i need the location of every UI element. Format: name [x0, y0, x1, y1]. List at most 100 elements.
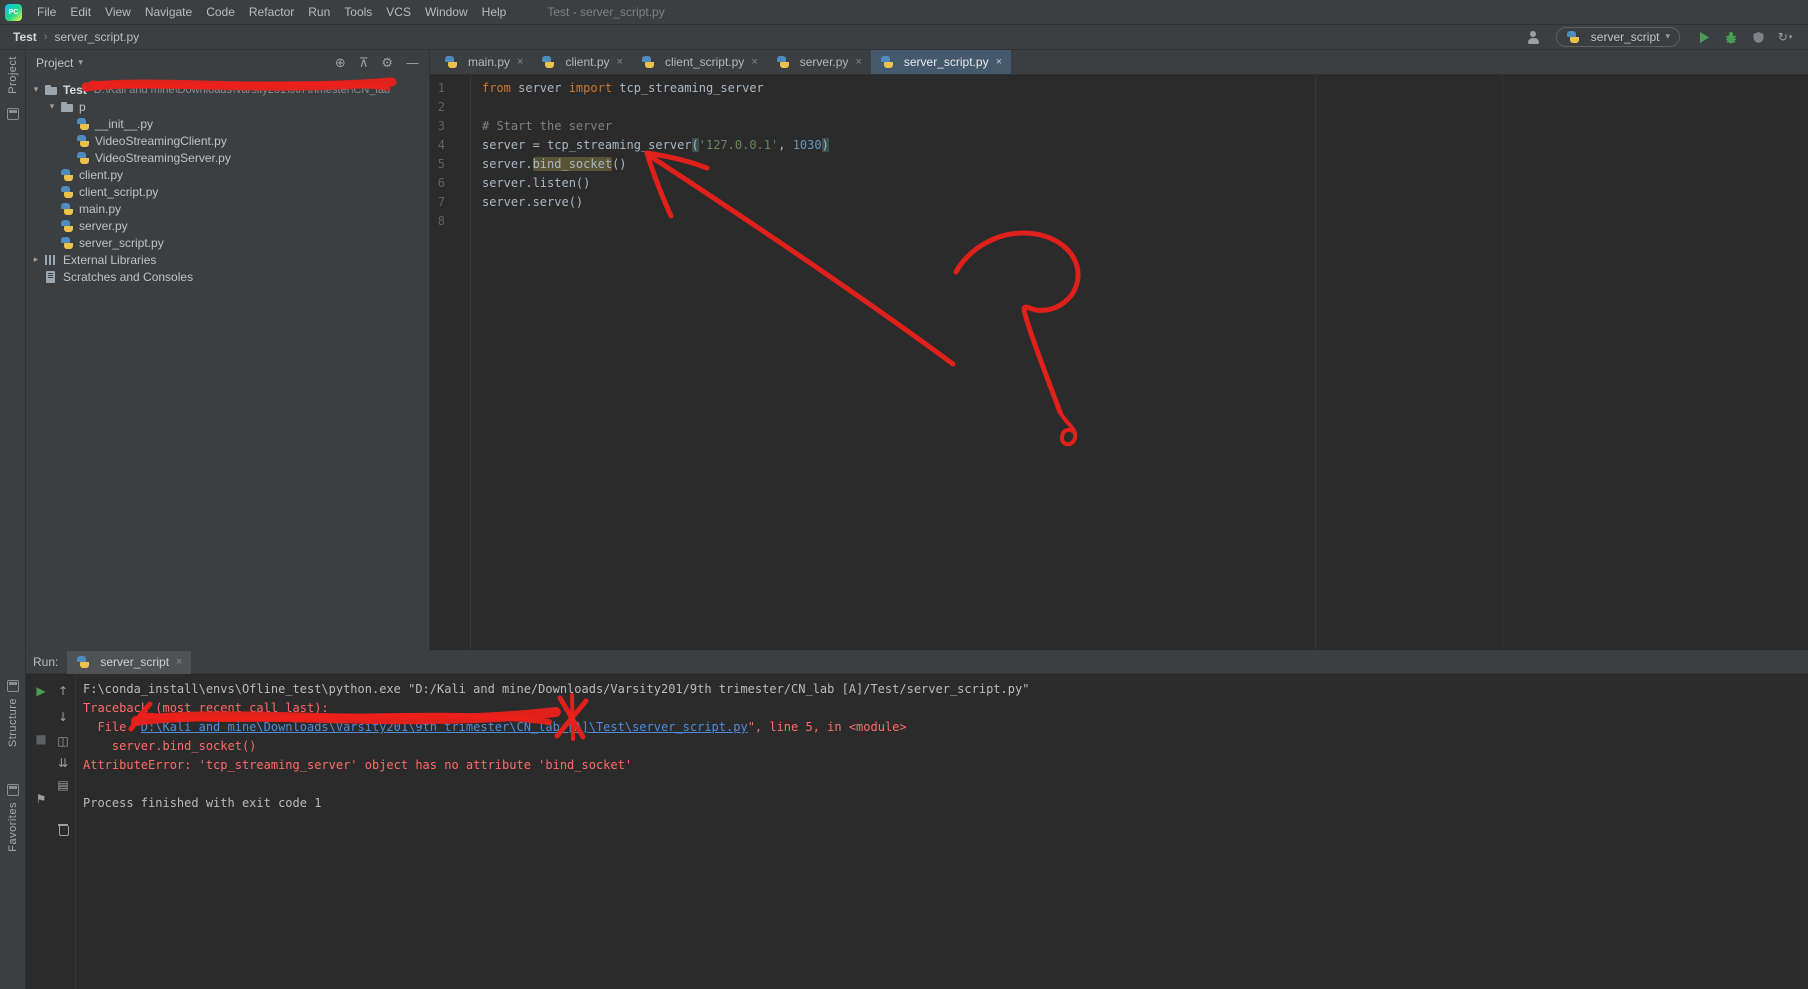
console-file-line: File "D:\Kali and mine\Downloads\Varsity… — [83, 720, 907, 734]
chevron-down-icon[interactable]: ▾ — [28, 85, 44, 95]
project-panel-title[interactable]: Project — [36, 56, 73, 70]
favorites-icon[interactable] — [7, 784, 19, 796]
menu-edit[interactable]: Edit — [63, 5, 98, 19]
structure-icon[interactable] — [7, 680, 19, 692]
pin-tab-button[interactable]: ⚑ — [32, 790, 50, 808]
menu-refactor[interactable]: Refactor — [242, 5, 301, 19]
restore-layout-button[interactable]: ◫ — [54, 732, 72, 750]
line-number[interactable]: 3 — [430, 117, 470, 136]
tab-server-script-py[interactable]: server_script.py × — [870, 50, 1012, 74]
close-icon[interactable]: × — [176, 656, 182, 668]
code-line: 6 server.listen() — [430, 174, 1808, 193]
scroll-to-end-button[interactable]: ⇊ — [54, 754, 72, 772]
python-file-icon — [76, 134, 91, 148]
code-token: import — [568, 81, 613, 95]
tree-item-client-py[interactable]: client.py — [26, 166, 429, 183]
run-panel-header: Run: server_script × — [26, 650, 1808, 674]
window-title: Test - server_script.py — [547, 5, 665, 19]
breadcrumb-file[interactable]: server_script.py — [54, 30, 139, 44]
tree-item-init-py[interactable]: __init__.py — [26, 115, 429, 132]
python-file-icon — [776, 55, 791, 69]
line-number[interactable]: 5 — [430, 155, 470, 174]
line-number[interactable]: 4 — [430, 136, 470, 155]
tree-item-test[interactable]: ▾ Test D:\Kali and mine\Downloads\Varsit… — [26, 81, 429, 98]
next-occurrence-button[interactable]: ↓ — [54, 708, 72, 726]
breadcrumb-project[interactable]: Test — [13, 30, 37, 44]
tree-item-server-script-py[interactable]: server_script.py — [26, 234, 429, 251]
console-exit-line: Process finished with exit code 1 — [83, 796, 322, 810]
tool-window-icon[interactable] — [7, 108, 19, 120]
menu-tools[interactable]: Tools — [337, 5, 379, 19]
code-token: tcp_streaming_server — [612, 81, 764, 95]
tree-item-external-libraries[interactable]: ▸ External Libraries — [26, 251, 429, 268]
coverage-button[interactable] — [1749, 28, 1767, 46]
run-button[interactable] — [1695, 28, 1713, 46]
print-console-button[interactable]: ▤ — [54, 776, 72, 794]
tab-client-py[interactable]: client.py × — [532, 50, 631, 74]
chevron-down-icon[interactable]: ▾ — [78, 58, 83, 68]
tab-client-script-py[interactable]: client_script.py × — [632, 50, 767, 74]
chevron-down-icon: ▾ — [1665, 32, 1670, 42]
rerun-button[interactable]: ▶ — [32, 682, 50, 700]
menu-vcs[interactable]: VCS — [379, 5, 418, 19]
code-token: server. — [482, 157, 533, 171]
chevron-down-icon[interactable]: ▾ — [44, 102, 60, 112]
line-number[interactable]: 7 — [430, 193, 470, 212]
sidebar-stripe-favorites[interactable]: Favorites — [0, 802, 25, 852]
menu-file[interactable]: File — [30, 5, 63, 19]
user-icon[interactable] — [1525, 29, 1541, 45]
gear-icon[interactable]: ⚙ — [381, 56, 393, 71]
line-number[interactable]: 8 — [430, 212, 470, 231]
line-number[interactable]: 1 — [430, 79, 470, 98]
tree-item-server-py[interactable]: server.py — [26, 217, 429, 234]
line-number[interactable]: 6 — [430, 174, 470, 193]
run-toolbar: server_script ▾ ↻ ▾ — [1525, 27, 1808, 47]
tree-item-videostreamingserver-py[interactable]: VideoStreamingServer.py — [26, 149, 429, 166]
menu-code[interactable]: Code — [199, 5, 242, 19]
menu-navigate[interactable]: Navigate — [138, 5, 199, 19]
close-icon[interactable]: × — [751, 56, 757, 68]
run-console[interactable]: F:\conda_install\envs\Ofline_test\python… — [77, 674, 1808, 989]
sidebar-stripe-project[interactable]: Project — [0, 56, 25, 94]
python-file-icon — [541, 55, 556, 69]
code-line: 7 server.serve() — [430, 193, 1808, 212]
python-file-icon — [880, 55, 895, 69]
close-icon[interactable]: × — [617, 56, 623, 68]
sidebar-stripe-structure[interactable]: Structure — [0, 698, 25, 747]
tab-server-py[interactable]: server.py × — [767, 50, 871, 74]
collapse-all-icon[interactable]: ⊼ — [359, 56, 369, 71]
menu-run[interactable]: Run — [301, 5, 337, 19]
close-icon[interactable]: × — [996, 56, 1002, 68]
run-config-select[interactable]: server_script ▾ — [1555, 27, 1680, 47]
prev-occurrence-button[interactable]: ↑ — [54, 682, 72, 700]
menu-window[interactable]: Window — [418, 5, 475, 19]
clear-console-button[interactable] — [54, 820, 72, 838]
redacted-path-link[interactable]: D:\Kali and mine\Downloads\Varsity201\9t… — [141, 720, 589, 734]
debug-button[interactable] — [1722, 28, 1740, 46]
code-token: ( — [691, 138, 699, 152]
code-line: 2 — [430, 98, 1808, 117]
hide-panel-icon[interactable]: — — [406, 56, 419, 71]
code-token: 1030 — [792, 138, 822, 152]
tree-item-p[interactable]: ▾ p — [26, 98, 429, 115]
code-editor[interactable]: 1 from server import tcp_streaming_serve… — [430, 75, 1808, 650]
tree-item-videostreamingclient-py[interactable]: VideoStreamingClient.py — [26, 132, 429, 149]
close-icon[interactable]: × — [517, 56, 523, 68]
file-link[interactable]: \Test\server_script.py — [589, 720, 748, 734]
tree-item-scratches-and-consoles[interactable]: Scratches and Consoles — [26, 268, 429, 285]
tree-item-client-script-py[interactable]: client_script.py — [26, 183, 429, 200]
line-number[interactable]: 2 — [430, 98, 470, 117]
stop-button[interactable]: ■ — [32, 730, 50, 748]
close-icon[interactable]: × — [855, 56, 861, 68]
locate-file-icon[interactable]: ⊕ — [335, 56, 346, 71]
updates-button[interactable]: ↻ ▾ — [1776, 28, 1794, 46]
run-toolbar-strip: ▶ ↑ ↓ ■ ◫ ⇊ ▤ ⚑ — [26, 674, 76, 989]
run-tab-server-script[interactable]: server_script × — [67, 650, 192, 674]
scratches-icon — [44, 270, 59, 284]
tree-item-main-py[interactable]: main.py — [26, 200, 429, 217]
tab-main-py[interactable]: main.py × — [435, 50, 532, 74]
menu-view[interactable]: View — [98, 5, 138, 19]
folder-icon — [60, 100, 75, 114]
menu-help[interactable]: Help — [475, 5, 514, 19]
chevron-right-icon[interactable]: ▸ — [28, 255, 44, 265]
